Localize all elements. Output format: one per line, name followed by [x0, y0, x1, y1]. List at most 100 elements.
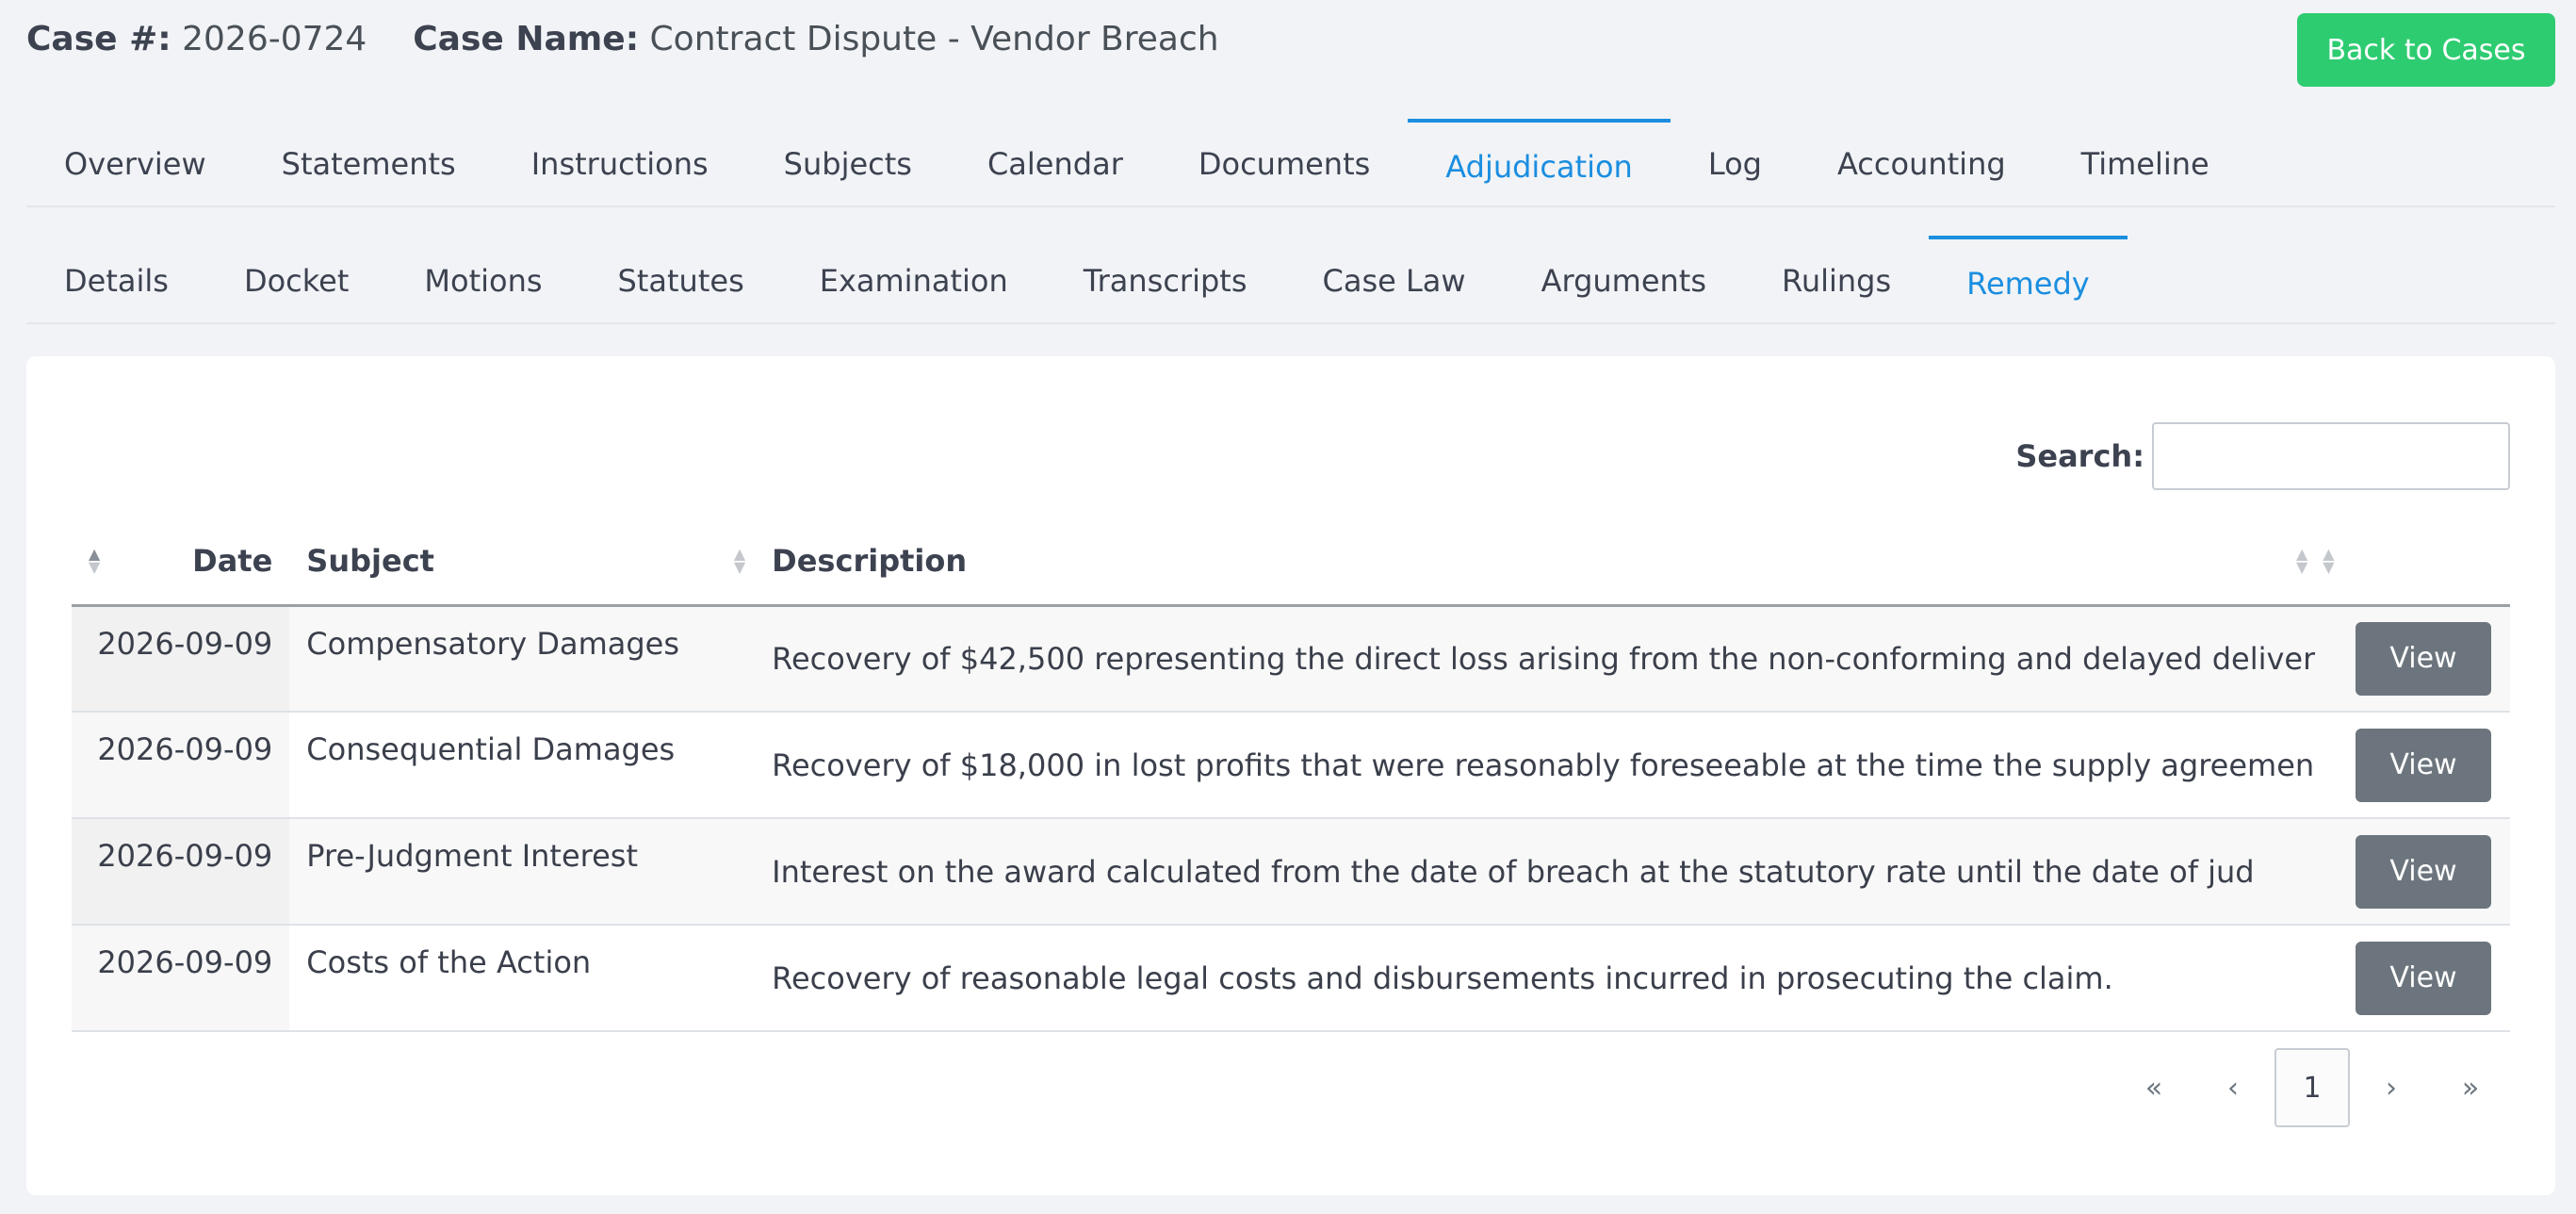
date-cell: 2026-09-09 [72, 925, 290, 1032]
tab-timeline[interactable]: Timeline [2044, 119, 2247, 205]
current-page-button[interactable]: 1 [2274, 1048, 2350, 1127]
tab-label: Statements [281, 146, 456, 182]
tab-label: Arguments [1541, 263, 1707, 299]
tab-calendar[interactable]: Calendar [950, 119, 1161, 205]
primary-tabs: Overview Statements Instructions Subject… [26, 119, 2555, 207]
subtab-case-law[interactable]: Case Law [1284, 236, 1503, 322]
sort-icon: ▲ ▼ [733, 545, 746, 577]
tab-label: Log [1707, 146, 1762, 182]
subtab-motions[interactable]: Motions [386, 236, 579, 322]
tab-label: Accounting [1836, 146, 2006, 182]
tab-label: Timeline [2080, 146, 2209, 182]
tab-label: Statutes [617, 263, 744, 299]
description-text: Interest on the award calculated from th… [772, 853, 2255, 890]
view-button[interactable]: View [2356, 834, 2491, 909]
tab-label: Transcripts [1083, 263, 1247, 299]
description-cell: Recovery of $18,000 in lost profits that… [755, 712, 2316, 819]
previous-page-button[interactable]: ‹ [2193, 1048, 2273, 1127]
subtab-statutes[interactable]: Statutes [580, 236, 782, 322]
tab-label: Subjects [783, 146, 912, 182]
tab-log[interactable]: Log [1671, 119, 1800, 205]
view-button[interactable]: View [2356, 941, 2491, 1015]
tab-label: Rulings [1782, 263, 1892, 299]
column-label: Description [772, 543, 968, 580]
column-header-subject[interactable]: Subject ▲ ▼ [289, 518, 756, 607]
tab-label: Motions [424, 263, 543, 299]
sort-asc-icon: ▲ ▼ [89, 545, 101, 577]
description-text: Recovery of $18,000 in lost profits that… [772, 746, 2315, 783]
tab-subjects[interactable]: Subjects [746, 119, 950, 205]
description-cell: Recovery of $42,500 representing the dir… [755, 605, 2316, 713]
tab-label: Details [64, 263, 169, 299]
table-row: 2026-09-09 Costs of the Action Recovery … [72, 925, 2510, 1032]
view-button[interactable]: View [2356, 621, 2491, 696]
search-input[interactable] [2152, 422, 2510, 490]
date-cell: 2026-09-09 [72, 605, 290, 713]
description-text: Recovery of $42,500 representing the dir… [772, 640, 2316, 677]
back-to-cases-button[interactable]: Back to Cases [2297, 13, 2555, 87]
subject-cell: Consequential Damages [289, 712, 756, 819]
case-number-label: Case #: [26, 20, 171, 58]
search-label: Search: [2015, 438, 2144, 474]
action-cell: View [2315, 818, 2510, 926]
table-row: 2026-09-09 Pre-Judgment Interest Interes… [72, 818, 2510, 926]
tab-statements[interactable]: Statements [244, 119, 494, 205]
tab-label: Overview [64, 146, 206, 182]
action-cell: View [2315, 925, 2510, 1032]
description-cell: Recovery of reasonable legal costs and d… [755, 925, 2316, 1032]
subtab-rulings[interactable]: Rulings [1744, 236, 1929, 322]
tab-documents[interactable]: Documents [1161, 119, 1408, 205]
sort-icon: ▲ ▼ [2295, 545, 2308, 577]
subject-cell: Pre-Judgment Interest [289, 818, 756, 926]
pagination: « ‹ 1 › » [2114, 1048, 2510, 1127]
remedy-table: ▲▼ Date Subject ▲▼ Description ▲▼ ▲▼ [72, 518, 2510, 1032]
first-page-button[interactable]: « [2114, 1048, 2193, 1127]
case-name: Contract Dispute - Vendor Breach [649, 20, 1219, 58]
tab-label: Remedy [1966, 266, 2090, 302]
tab-label: Instructions [530, 146, 709, 182]
subtab-details[interactable]: Details [26, 236, 206, 322]
secondary-tabs: Details Docket Motions Statutes Examinat… [26, 236, 2555, 324]
case-number: 2026-0724 [182, 20, 367, 58]
tab-label: Documents [1198, 146, 1371, 182]
date-cell: 2026-09-09 [72, 818, 290, 926]
description-cell: Interest on the award calculated from th… [755, 818, 2316, 926]
tab-label: Adjudication [1445, 149, 1633, 185]
subtab-remedy[interactable]: Remedy [1929, 236, 2128, 322]
tab-label: Calendar [986, 146, 1123, 182]
case-name-label: Case Name: [413, 20, 640, 58]
tab-adjudication[interactable]: Adjudication [1408, 119, 1671, 205]
column-header-description[interactable]: Description ▲ ▼ [755, 518, 2316, 607]
action-cell: View [2315, 712, 2510, 819]
action-cell: View [2315, 605, 2510, 713]
last-page-button[interactable]: » [2431, 1048, 2510, 1127]
next-page-button[interactable]: › [2352, 1048, 2431, 1127]
subtab-transcripts[interactable]: Transcripts [1046, 236, 1285, 322]
view-button[interactable]: View [2356, 728, 2491, 802]
column-label: Subject [306, 543, 434, 580]
column-header-date[interactable]: ▲ ▼ Date [72, 518, 290, 607]
tab-label: Docket [243, 263, 350, 299]
description-text: Recovery of reasonable legal costs and d… [772, 960, 2113, 996]
remedy-card: Search: ▲ ▼ Date Subject ▲ ▼ Description… [26, 356, 2555, 1195]
tab-label: Examination [819, 263, 1008, 299]
table-header-row: ▲ ▼ Date Subject ▲ ▼ Description ▲ ▼ ▲ ▼ [72, 518, 2510, 607]
tab-overview[interactable]: Overview [26, 119, 244, 205]
subtab-examination[interactable]: Examination [782, 236, 1046, 322]
subtab-docket[interactable]: Docket [206, 236, 386, 322]
page: Case #: 2026-0724 Case Name: Contract Di… [0, 0, 2576, 1214]
column-header-actions[interactable]: ▲ ▼ [2315, 518, 2510, 607]
sort-icon: ▲ ▼ [2323, 545, 2335, 577]
case-header: Case #: 2026-0724 Case Name: Contract Di… [26, 13, 1219, 66]
search-bar: Search: [2015, 422, 2510, 490]
subject-cell: Costs of the Action [289, 925, 756, 1032]
table-row: 2026-09-09 Consequential Damages Recover… [72, 712, 2510, 819]
date-cell: 2026-09-09 [72, 712, 290, 819]
column-label: Date [192, 543, 273, 580]
tab-instructions[interactable]: Instructions [494, 119, 746, 205]
subject-cell: Compensatory Damages [289, 605, 756, 713]
tab-accounting[interactable]: Accounting [1800, 119, 2044, 205]
tab-label: Case Law [1322, 263, 1466, 299]
subtab-arguments[interactable]: Arguments [1504, 236, 1744, 322]
table-row: 2026-09-09 Compensatory Damages Recovery… [72, 605, 2510, 713]
